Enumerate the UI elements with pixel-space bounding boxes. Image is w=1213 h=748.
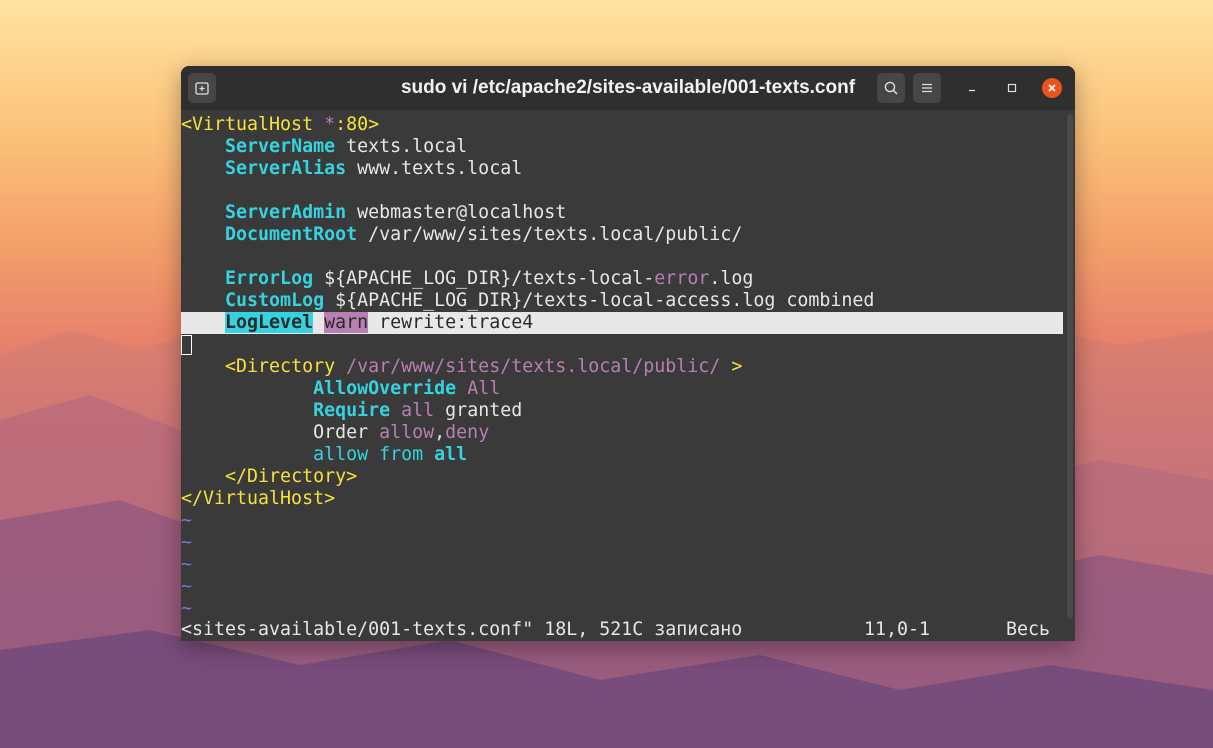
code-line: ServerName texts.local	[225, 136, 468, 157]
code-line: Require all granted	[313, 400, 523, 421]
code-line-highlighted: LogLevel warn rewrite:trace4	[181, 312, 1063, 334]
window-title: sudo vi /etc/apache2/sites-available/001…	[400, 77, 856, 98]
hamburger-menu-icon	[922, 83, 932, 93]
empty-line-marker: ~	[181, 598, 193, 619]
menu-button[interactable]	[913, 73, 941, 103]
terminal-window: sudo vi /etc/apache2/sites-available/001…	[181, 66, 1075, 641]
scroll-indicator: Весь	[1006, 619, 1051, 640]
code-line: <Directory /var/www/sites/texts.local/pu…	[225, 356, 743, 377]
code-line: ServerAlias www.texts.local	[225, 158, 523, 179]
empty-line-marker: ~	[181, 554, 193, 575]
code-line: ServerAdmin webmaster@localhost	[225, 202, 567, 223]
maximize-icon	[1007, 83, 1017, 93]
empty-line-marker: ~	[181, 576, 193, 597]
new-tab-button[interactable]	[188, 73, 216, 103]
code-line: AllowOverride All	[313, 378, 501, 399]
code-line: Order allow,deny	[313, 422, 490, 443]
search-icon	[884, 81, 898, 95]
text-cursor	[181, 335, 192, 355]
code-line: </VirtualHost>	[181, 488, 336, 509]
maximize-button[interactable]	[1002, 78, 1022, 98]
minimize-button[interactable]	[962, 78, 982, 98]
status-message: <sites-available/001-texts.conf" 18L, 52…	[181, 619, 743, 640]
cursor-position: 11,0-1	[864, 619, 931, 640]
close-button[interactable]	[1042, 78, 1062, 98]
vim-status-line: <sites-available/001-texts.conf" 18L, 52…	[181, 619, 1063, 641]
minimize-icon	[969, 89, 975, 92]
title-bar: sudo vi /etc/apache2/sites-available/001…	[181, 66, 1075, 110]
scrollbar[interactable]	[1067, 114, 1073, 619]
code-line: DocumentRoot /var/www/sites/texts.local/…	[225, 224, 743, 245]
code-line: allow from all	[313, 444, 468, 465]
close-icon	[1048, 84, 1056, 92]
empty-line-marker: ~	[181, 532, 193, 553]
search-button[interactable]	[877, 73, 905, 103]
code-line: CustomLog ${APACHE_LOG_DIR}/texts-local-…	[225, 290, 875, 311]
code-line: <VirtualHost *:80>	[181, 114, 380, 135]
new-tab-icon	[195, 82, 209, 95]
vim-editor[interactable]: <VirtualHost *:80> ServerName texts.loca…	[181, 114, 1063, 620]
code-line-cursor	[181, 334, 1063, 356]
code-line: </Directory>	[225, 466, 358, 487]
code-line: ErrorLog ${APACHE_LOG_DIR}/texts-local-e…	[225, 268, 754, 289]
empty-line-marker: ~	[181, 510, 193, 531]
